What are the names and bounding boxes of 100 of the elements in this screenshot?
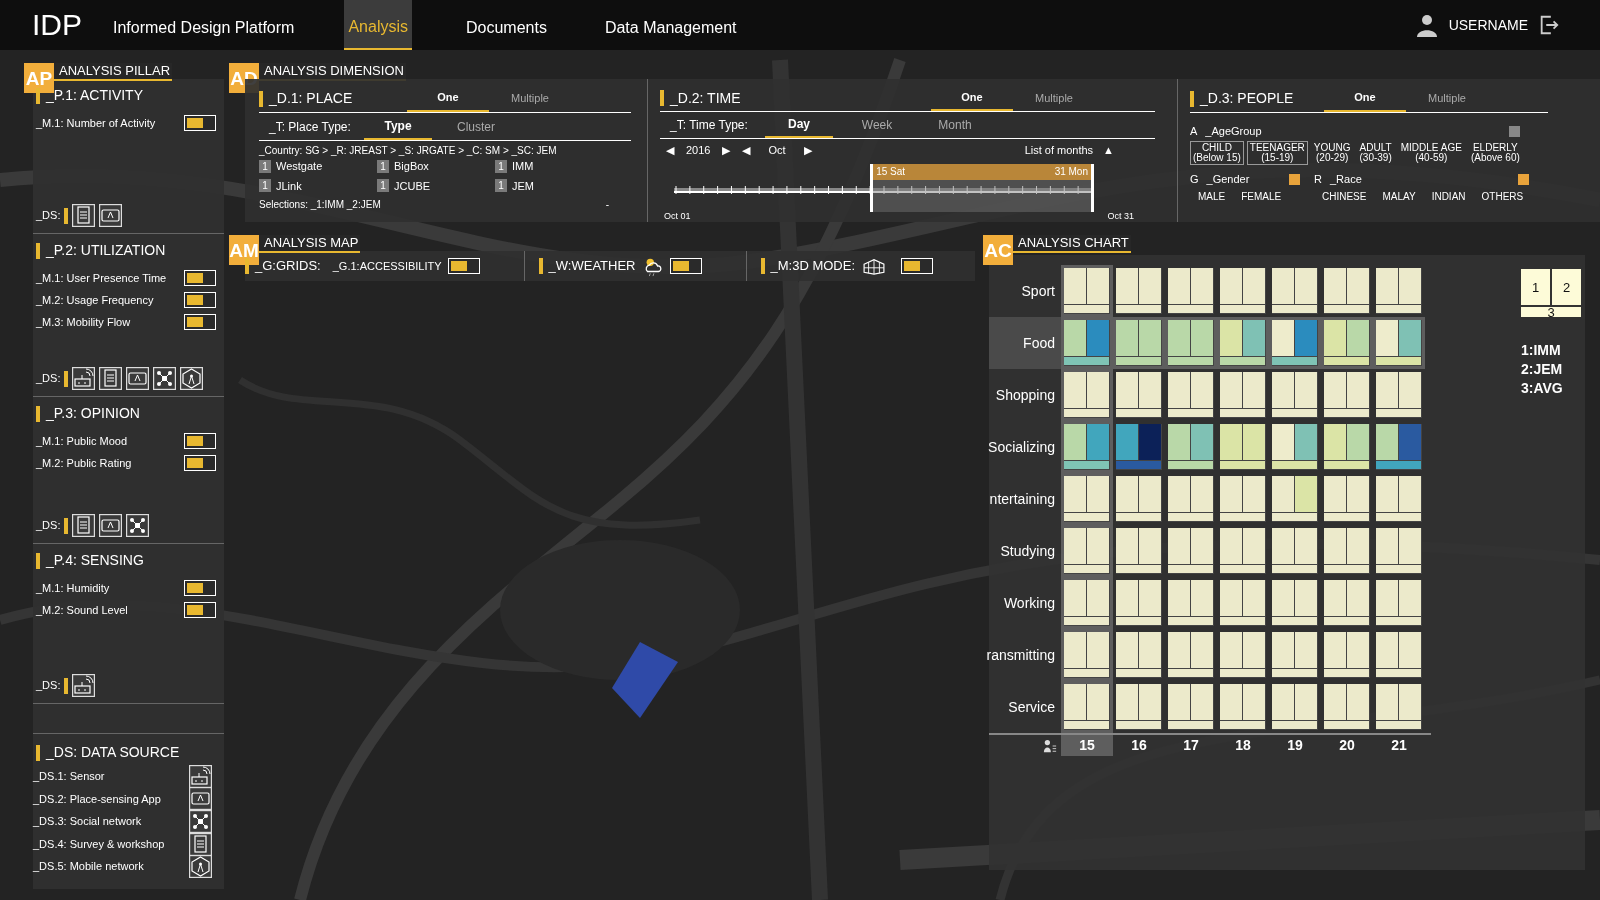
toggle-switch[interactable] bbox=[447, 258, 480, 274]
toggle-switch[interactable] bbox=[669, 258, 702, 274]
heatmap-cell[interactable] bbox=[1376, 320, 1422, 366]
mode-tab[interactable]: Multiple bbox=[489, 85, 571, 112]
heatmap-cell[interactable] bbox=[1220, 476, 1266, 522]
heatmap-cell[interactable] bbox=[1324, 320, 1370, 366]
mode-tab[interactable]: One bbox=[931, 85, 1013, 111]
axis-label[interactable]: 17 bbox=[1165, 735, 1217, 756]
toggle-switch[interactable] bbox=[184, 455, 216, 471]
row-label[interactable]: Food bbox=[989, 317, 1061, 369]
toggle-switch[interactable] bbox=[184, 580, 216, 596]
heatmap-cell[interactable] bbox=[1376, 372, 1422, 418]
nav-tab[interactable]: Documents bbox=[462, 0, 551, 50]
previous-month-button[interactable]: ◀ bbox=[736, 142, 757, 159]
axis-label[interactable]: 20 bbox=[1321, 735, 1373, 756]
heatmap-cell[interactable] bbox=[1116, 684, 1162, 730]
heatmap-cell[interactable] bbox=[1376, 580, 1422, 626]
heatmap-cell[interactable] bbox=[1116, 372, 1162, 418]
heatmap-cell[interactable] bbox=[1376, 632, 1422, 678]
heatmap-cell[interactable] bbox=[1376, 684, 1422, 730]
heatmap-cell[interactable] bbox=[1272, 424, 1318, 470]
heatmap-cell[interactable] bbox=[1376, 528, 1422, 574]
mode-tab[interactable]: One bbox=[407, 85, 489, 112]
row-label[interactable]: ntertaining bbox=[989, 473, 1061, 525]
heatmap-cell[interactable] bbox=[1272, 632, 1318, 678]
heatmap-cell[interactable] bbox=[1272, 528, 1318, 574]
row-label[interactable]: ransmitting bbox=[989, 629, 1061, 681]
toggle-switch[interactable] bbox=[184, 115, 216, 131]
option-label[interactable]: OTHERS bbox=[1481, 189, 1524, 204]
option-label[interactable]: FEMALE bbox=[1241, 189, 1282, 204]
heatmap-cell[interactable] bbox=[1324, 424, 1370, 470]
heatmap-cell[interactable] bbox=[1220, 268, 1266, 314]
heatmap-cell[interactable] bbox=[1168, 632, 1214, 678]
username[interactable]: USERNAME bbox=[1448, 14, 1528, 36]
option-label[interactable]: CHINESE bbox=[1322, 189, 1367, 204]
place-name[interactable]: IMM bbox=[512, 158, 534, 175]
age-group-option[interactable]: MIDDLE AGE (40-59) bbox=[1397, 141, 1465, 165]
option-label[interactable]: MALE bbox=[1198, 189, 1226, 204]
mode-tab[interactable]: Multiple bbox=[1406, 85, 1488, 112]
heatmap-cell[interactable] bbox=[1116, 632, 1162, 678]
heatmap-cell[interactable] bbox=[1376, 476, 1422, 522]
heatmap-cell[interactable] bbox=[1168, 528, 1214, 574]
row-label[interactable]: Working bbox=[989, 577, 1061, 629]
heatmap-cell[interactable] bbox=[1324, 268, 1370, 314]
type-tab[interactable]: Type bbox=[364, 113, 432, 140]
expand-toggle[interactable]: ▲ bbox=[1097, 142, 1120, 159]
type-tab[interactable]: Week bbox=[843, 112, 911, 138]
heatmap-cell[interactable] bbox=[1168, 580, 1214, 626]
heatmap-cell[interactable] bbox=[1064, 684, 1110, 730]
toggle-square[interactable] bbox=[1518, 173, 1529, 185]
heatmap-cell[interactable] bbox=[1272, 372, 1318, 418]
heatmap-cell[interactable] bbox=[1324, 528, 1370, 574]
option-label[interactable]: MALAY bbox=[1382, 189, 1416, 204]
type-tab[interactable]: Cluster bbox=[442, 113, 510, 140]
place-name[interactable]: JEM bbox=[512, 177, 534, 194]
place-name[interactable]: Westgate bbox=[276, 158, 323, 175]
heatmap-cell[interactable] bbox=[1220, 424, 1266, 470]
heatmap-cell[interactable] bbox=[1324, 632, 1370, 678]
place-name[interactable]: JLink bbox=[276, 177, 302, 194]
heatmap-cell[interactable] bbox=[1168, 268, 1214, 314]
toggle-switch[interactable] bbox=[184, 314, 216, 330]
heatmap-cell[interactable] bbox=[1376, 268, 1422, 314]
nav-tab[interactable]: Data Management bbox=[600, 0, 741, 50]
heatmap-cell[interactable] bbox=[1272, 684, 1318, 730]
heatmap-cell[interactable] bbox=[1064, 424, 1110, 470]
option-label[interactable]: INDIAN bbox=[1431, 189, 1466, 204]
range-handle[interactable] bbox=[870, 163, 874, 212]
toggle-switch[interactable] bbox=[901, 258, 933, 274]
heatmap-cell[interactable] bbox=[1376, 424, 1422, 470]
axis-label[interactable]: 16 bbox=[1113, 735, 1165, 756]
axis-label[interactable]: 21 bbox=[1373, 735, 1425, 756]
heatmap-cell[interactable] bbox=[1116, 268, 1162, 314]
age-group-option[interactable]: ADULT (30-39) bbox=[1356, 141, 1395, 165]
heatmap-cell[interactable] bbox=[1220, 580, 1266, 626]
heatmap-cell[interactable] bbox=[1324, 372, 1370, 418]
heatmap-cell[interactable] bbox=[1064, 632, 1110, 678]
nav-tab[interactable]: Analysis bbox=[344, 0, 412, 50]
heatmap-cell[interactable] bbox=[1064, 320, 1110, 366]
heatmap-cell[interactable] bbox=[1220, 632, 1266, 678]
heatmap-cell[interactable] bbox=[1168, 684, 1214, 730]
heatmap-cell[interactable] bbox=[1116, 320, 1162, 366]
row-label[interactable]: Shopping bbox=[989, 369, 1061, 421]
toggle-square[interactable] bbox=[1509, 125, 1520, 137]
axis-label[interactable]: 18 bbox=[1217, 735, 1269, 756]
place-name[interactable]: BigBox bbox=[394, 158, 429, 175]
heatmap-cell[interactable] bbox=[1272, 268, 1318, 314]
heatmap-cell[interactable] bbox=[1116, 476, 1162, 522]
heatmap-cell[interactable] bbox=[1220, 320, 1266, 366]
heatmap-cell[interactable] bbox=[1324, 684, 1370, 730]
age-group-option[interactable]: ELDERLY (Above 60) bbox=[1467, 141, 1523, 165]
toggle-square[interactable] bbox=[1289, 173, 1300, 185]
toggle-switch[interactable] bbox=[184, 270, 216, 286]
toggle-switch[interactable] bbox=[184, 292, 216, 308]
next-year-button[interactable]: ▶ bbox=[716, 142, 737, 159]
type-tab[interactable]: Day bbox=[765, 112, 833, 138]
heatmap-cell[interactable] bbox=[1064, 268, 1110, 314]
heatmap-cell[interactable] bbox=[1220, 372, 1266, 418]
heatmap-cell[interactable] bbox=[1272, 580, 1318, 626]
place-name[interactable]: JCUBE bbox=[394, 177, 431, 194]
heatmap-cell[interactable] bbox=[1220, 684, 1266, 730]
